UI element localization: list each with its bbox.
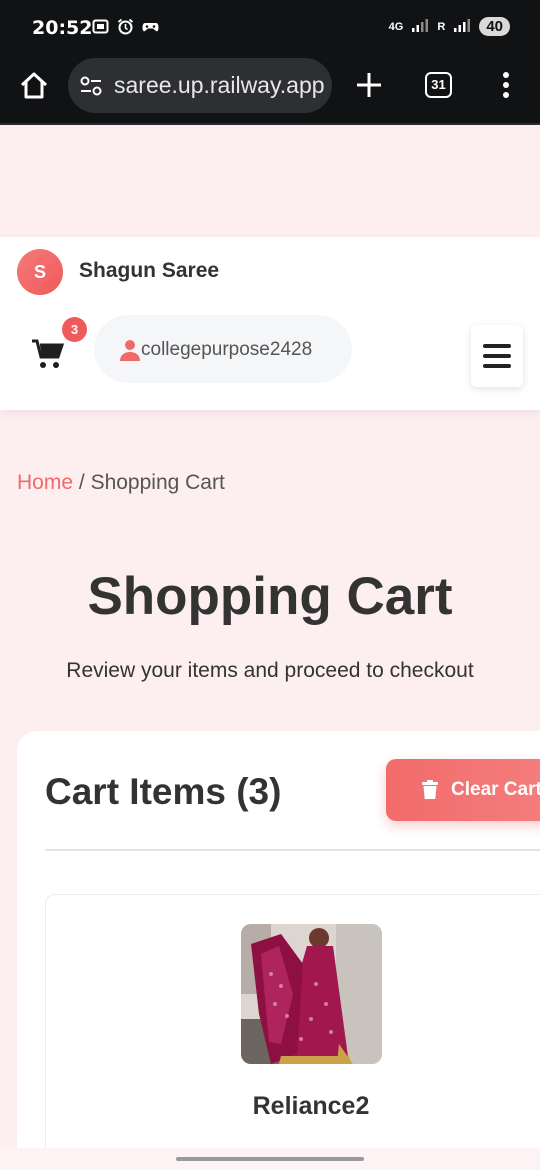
product-name[interactable]: Reliance2: [46, 1092, 540, 1121]
page-subtitle: Review your items and proceed to checkou…: [66, 659, 474, 682]
url-text[interactable]: saree.up.railway.app: [114, 72, 325, 99]
cart-icon[interactable]: [31, 338, 65, 370]
signal-icon: [411, 18, 429, 35]
breadcrumb-home-link[interactable]: Home: [17, 471, 73, 494]
new-tab-icon[interactable]: [354, 70, 384, 100]
cart-panel: Cart Items (3) Clear Cart Reliance2: [17, 731, 540, 1170]
alarm-icon: [117, 18, 134, 35]
username[interactable]: collegepurpose2428: [141, 339, 312, 361]
user-account-button[interactable]: collegepurpose2428: [94, 315, 352, 383]
site-settings-icon[interactable]: [80, 76, 102, 96]
breadcrumb: Home / Shopping Cart: [17, 471, 225, 495]
logo[interactable]: S: [17, 249, 63, 295]
tabs-icon[interactable]: 31: [425, 72, 452, 98]
clear-cart-button[interactable]: Clear Cart: [386, 759, 540, 821]
brand-name[interactable]: Shagun Saree: [79, 259, 219, 283]
site-header: S Shagun Saree 3 collegepurpose2428: [0, 237, 540, 410]
home-indicator[interactable]: [176, 1157, 364, 1161]
page-title: Shopping Cart: [87, 567, 453, 626]
gesture-bar: [0, 1148, 540, 1170]
status-time: 20:52: [32, 17, 93, 39]
battery-indicator: 40: [479, 17, 510, 36]
more-icon[interactable]: [497, 70, 515, 100]
divider: [45, 849, 540, 851]
network-label: 4G: [388, 20, 404, 33]
breadcrumb-separator: /: [78, 471, 85, 494]
cart-items-title: Cart Items (3): [45, 771, 282, 812]
address-bar[interactable]: saree.up.railway.app: [68, 58, 332, 113]
trash-icon: [422, 780, 438, 800]
screenshot-icon: [92, 18, 109, 35]
signal-icon: [453, 18, 471, 35]
gamepad-icon: [142, 18, 159, 35]
cart-item: Reliance2: [45, 894, 540, 1170]
clear-cart-label[interactable]: Clear Cart: [451, 779, 540, 801]
hamburger-menu-icon[interactable]: [471, 325, 523, 387]
cart-count-badge: 3: [62, 317, 87, 342]
user-icon: [119, 339, 141, 361]
status-bar: 20:52 4G R 40: [0, 0, 540, 50]
breadcrumb-current: Shopping Cart: [90, 471, 225, 494]
browser-toolbar: saree.up.railway.app 31: [0, 50, 540, 125]
product-image[interactable]: [241, 924, 382, 1064]
status-icons: [92, 18, 159, 35]
status-right: 4G R 40: [389, 17, 510, 36]
roaming-label: R: [437, 20, 446, 33]
home-icon[interactable]: [18, 70, 50, 102]
